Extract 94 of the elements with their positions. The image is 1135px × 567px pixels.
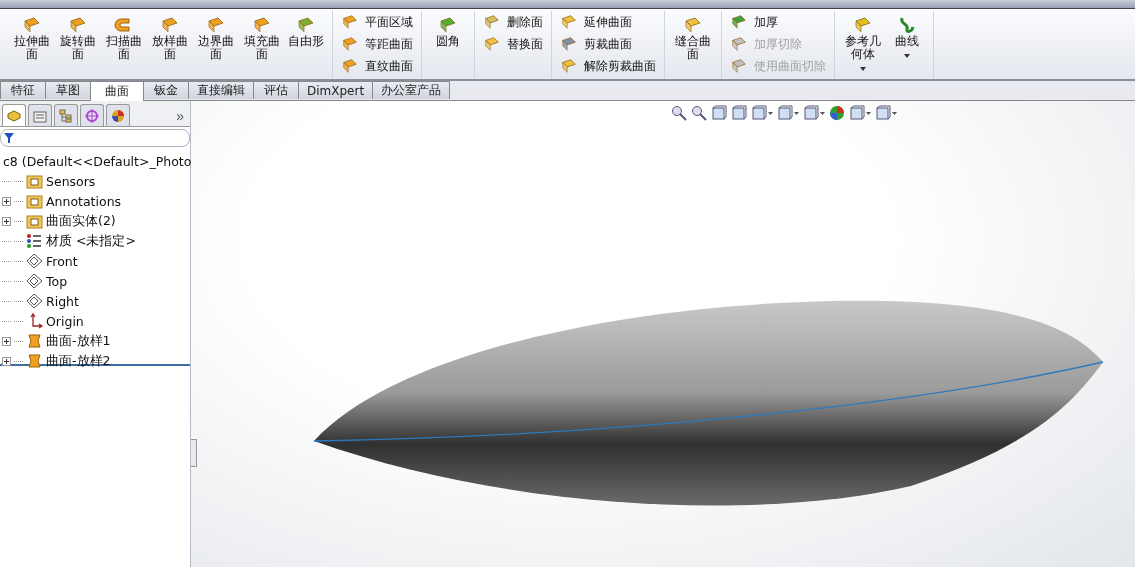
tree-item[interactable]: 曲面-放样1 [46, 332, 111, 350]
color-wheel-icon [110, 107, 126, 124]
ribbon-button[interactable]: 等距曲面 [339, 33, 415, 55]
ribbon-button[interactable]: 填充曲面 [240, 11, 284, 61]
plane-icon [26, 253, 43, 269]
surface-icon [206, 15, 226, 35]
caret-icon [904, 54, 910, 58]
surface-icon [438, 15, 458, 35]
surface-icon [853, 15, 873, 35]
filter-field[interactable] [0, 129, 190, 147]
ribbon-button[interactable]: 加厚 [728, 11, 780, 33]
ribbon-button[interactable]: 替换面 [481, 33, 545, 55]
surface-icon [341, 57, 359, 75]
caret-icon[interactable] [794, 111, 799, 115]
tree-item[interactable]: Sensors [46, 173, 96, 189]
caret-icon [860, 67, 866, 71]
loft-icon [26, 333, 43, 349]
more-button[interactable]: » [172, 108, 188, 126]
caret-icon[interactable] [892, 111, 897, 115]
ribbon-button[interactable]: 自由形 [286, 11, 326, 48]
folder-icon [26, 193, 43, 209]
expand-icon[interactable] [2, 336, 11, 346]
ribbon-button[interactable]: 平面区域 [339, 11, 415, 33]
caret-icon[interactable] [768, 111, 773, 115]
zoom-fit-icon[interactable] [671, 105, 687, 121]
surface-icon [160, 15, 180, 35]
panel-tab[interactable] [106, 104, 130, 126]
ribbon-button[interactable]: 延伸曲面 [558, 11, 634, 33]
ribbon-button[interactable]: 删除面 [481, 11, 545, 33]
surface-icon [730, 13, 748, 31]
panel-tab[interactable] [2, 104, 26, 126]
tab[interactable]: 评估 [253, 81, 299, 99]
ribbon-button[interactable]: 拉伸曲面 [10, 11, 54, 61]
filter-icon [4, 133, 14, 143]
ribbon-button[interactable]: 缝合曲面 [671, 11, 715, 61]
tab[interactable]: 特征 [0, 81, 46, 99]
ribbon-button[interactable]: 旋转曲面 [56, 11, 100, 61]
tree-item[interactable]: Front [46, 253, 78, 269]
plane-icon [26, 293, 43, 309]
tab[interactable]: 直接编辑 [188, 81, 254, 99]
tree-item[interactable]: 材质 <未指定> [46, 232, 136, 250]
tab[interactable]: 钣金 [143, 81, 189, 99]
ribbon-button[interactable]: 边界曲面 [194, 11, 238, 61]
surface-icon [560, 57, 578, 75]
tree-item[interactable]: Top [46, 273, 68, 289]
curve-icon [897, 15, 917, 35]
collapse-handle[interactable] [191, 439, 197, 467]
caret-icon[interactable] [820, 111, 825, 115]
ribbon-button[interactable]: 解除剪裁曲面 [558, 55, 658, 77]
tab[interactable]: 草图 [45, 81, 91, 99]
ribbon-button[interactable]: 曲线 [887, 11, 927, 58]
ribbon-button[interactable]: 参考几何体 [841, 11, 885, 71]
folder-icon [26, 213, 43, 229]
tree-item[interactable]: c8 (Default<<Default>_Photo [3, 153, 192, 169]
surface-icon [341, 35, 359, 53]
folder-icon [26, 173, 43, 189]
caret-icon[interactable] [866, 111, 871, 115]
surface-icon [22, 15, 42, 35]
surface-icon [560, 35, 578, 53]
tab[interactable]: 办公室产品 [372, 81, 451, 99]
ribbon-button[interactable]: 直纹曲面 [339, 55, 415, 77]
surface-icon [341, 13, 359, 31]
tree-item[interactable]: Annotations [46, 193, 122, 209]
tree-item[interactable]: Right [46, 293, 79, 309]
zoom-area-icon[interactable] [691, 105, 707, 121]
tree-item[interactable]: Origin [46, 313, 84, 329]
ribbon-button[interactable]: 放样曲面 [148, 11, 192, 61]
surface-icon [560, 13, 578, 31]
expand-icon[interactable] [2, 216, 11, 226]
plane-icon [26, 273, 43, 289]
loft-icon [26, 353, 43, 369]
surface-icon [68, 15, 88, 35]
tree-icon [58, 107, 74, 124]
tree-item[interactable]: 曲面实体(2) [46, 212, 116, 230]
tab[interactable]: DimXpert [298, 81, 374, 99]
delete-icon [483, 13, 501, 31]
surface-icon [296, 15, 316, 35]
ribbon-button[interactable]: 圆角 [428, 11, 468, 48]
surface-icon [683, 15, 703, 35]
tab[interactable]: 曲面 [90, 81, 144, 101]
surface-icon [730, 57, 748, 75]
tree-item[interactable]: 曲面-放样2 [46, 352, 111, 370]
ribbon-button[interactable]: 扫描曲面 [102, 11, 146, 61]
material-icon [26, 233, 43, 249]
ribbon-button[interactable]: 剪裁曲面 [558, 33, 634, 55]
appearance-icon[interactable] [829, 105, 845, 121]
surface-icon [252, 15, 272, 35]
expand-icon[interactable] [2, 196, 11, 206]
surface-icon [730, 35, 748, 53]
crosshair-icon [84, 107, 100, 124]
panel-tab[interactable] [54, 104, 78, 126]
panel-tab[interactable] [80, 104, 104, 126]
expand-icon[interactable] [2, 356, 11, 366]
surface-icon [483, 35, 501, 53]
